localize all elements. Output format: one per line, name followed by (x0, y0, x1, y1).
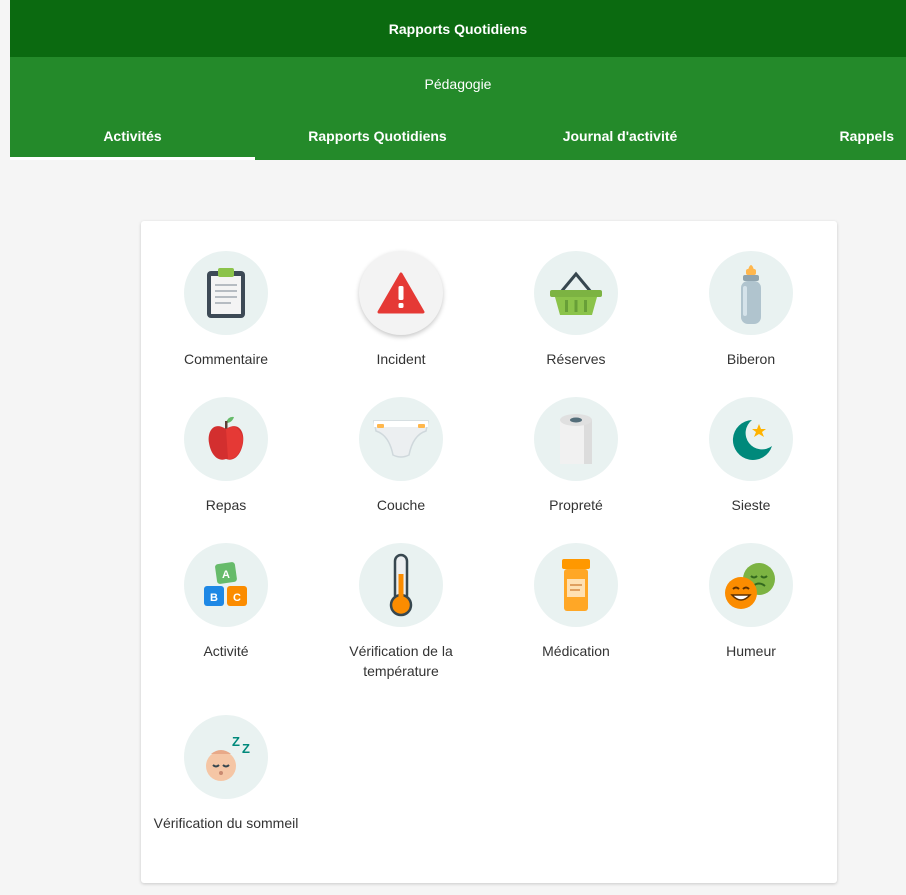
icon-circle (359, 397, 443, 481)
tab-rappels[interactable]: Rappels (810, 111, 906, 160)
tab-journal-activite[interactable]: Journal d'activité (500, 111, 740, 160)
activity-repas[interactable]: Repas (151, 397, 301, 515)
icon-circle (534, 251, 618, 335)
activity-label: Sieste (731, 497, 771, 513)
tab-bar: Activités Rapports Quotidiens Journal d'… (10, 111, 906, 160)
app-header: Rapports Quotidiens (10, 0, 906, 57)
sleeping-baby-icon: Z Z (199, 730, 253, 784)
icon-circle (359, 543, 443, 627)
svg-text:A: A (222, 569, 230, 581)
svg-text:C: C (233, 592, 241, 604)
activity-proprete[interactable]: Propreté (501, 397, 651, 515)
activity-label: Commentaire (183, 351, 269, 367)
icon-circle: A B C (184, 543, 268, 627)
basket-icon (546, 268, 606, 318)
diaper-icon (371, 417, 431, 461)
icon-circle (184, 397, 268, 481)
icon-circle: Z Z (184, 715, 268, 799)
activity-reserves[interactable]: Réserves (501, 251, 651, 369)
clipboard-icon (204, 266, 248, 320)
mood-faces-icon (723, 559, 779, 611)
activity-humeur[interactable]: Humeur (676, 543, 826, 661)
thermometer-icon (386, 552, 416, 618)
moon-star-icon (726, 414, 776, 464)
activity-biberon[interactable]: Biberon (676, 251, 826, 369)
tab-rapports-quotidiens[interactable]: Rapports Quotidiens (255, 111, 500, 160)
icon-circle (709, 397, 793, 481)
activity-label: Médication (542, 643, 610, 659)
tab-label: Rapports Quotidiens (308, 127, 447, 144)
warning-icon (376, 271, 426, 315)
activity-label: Vérification du sommeil (153, 815, 299, 831)
tab-activites[interactable]: Activités (10, 111, 255, 160)
activity-commentaire[interactable]: Commentaire (151, 251, 301, 369)
apple-icon (206, 415, 246, 463)
icon-circle (359, 251, 443, 335)
app-title: Rapports Quotidiens (388, 20, 528, 37)
activity-label: Activité (203, 643, 249, 659)
svg-text:Z: Z (232, 734, 240, 749)
icon-circle (534, 397, 618, 481)
activity-label: Biberon (726, 351, 776, 367)
toilet-paper-icon (556, 412, 596, 466)
activity-activite[interactable]: A B C Activité (151, 543, 301, 661)
icon-circle (709, 251, 793, 335)
svg-text:B: B (210, 592, 218, 604)
activity-verification-sommeil[interactable]: Z Z Vérification du sommeil (151, 715, 301, 833)
activity-label: Humeur (726, 643, 776, 659)
activity-label: Propreté (549, 497, 603, 513)
activity-label: Incident (376, 351, 426, 367)
icon-circle (184, 251, 268, 335)
section-title: Pédagogie (424, 76, 492, 92)
tab-label: Journal d'activité (562, 127, 678, 144)
tab-label: Rappels (839, 127, 894, 144)
tab-label: Activités (103, 127, 162, 144)
activity-label: Repas (205, 497, 247, 513)
activity-sieste[interactable]: Sieste (676, 397, 826, 515)
activity-couche[interactable]: Couche (326, 397, 476, 515)
icon-circle (534, 543, 618, 627)
icon-circle (709, 543, 793, 627)
svg-text:Z: Z (242, 741, 250, 756)
activity-medication[interactable]: Médication (501, 543, 651, 661)
abc-blocks-icon: A B C (201, 560, 251, 610)
activity-label: Vérification de la température (349, 643, 453, 679)
activity-label: Couche (376, 497, 426, 513)
activity-label: Réserves (546, 351, 606, 367)
activities-card: Commentaire Incident Réserves Biberon Re… (141, 221, 837, 883)
baby-bottle-icon (736, 260, 766, 326)
section-header: Pédagogie Activités Rapports Quotidiens … (10, 57, 906, 160)
activity-incident[interactable]: Incident (326, 251, 476, 369)
activity-verification-temperature[interactable]: Vérification de la température (326, 543, 476, 681)
pill-bottle-icon (559, 557, 593, 613)
